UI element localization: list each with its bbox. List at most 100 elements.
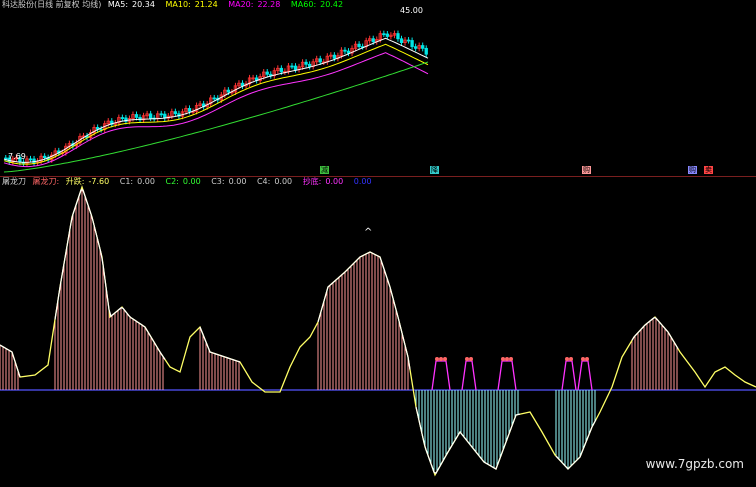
candle-body — [290, 65, 294, 68]
candle-body — [173, 111, 178, 115]
peak-caret: ^ — [364, 227, 372, 238]
candle-body — [396, 33, 400, 40]
ma20-name: MA20: — [228, 0, 254, 9]
signal-trapezoid — [461, 360, 477, 391]
signal-dot — [505, 357, 509, 361]
ma20-value: 22.28 — [257, 0, 281, 9]
candle-body — [357, 43, 361, 48]
signal-dot — [443, 357, 447, 361]
candle-body — [410, 40, 414, 48]
candle-body — [406, 39, 411, 42]
signal-dot — [585, 357, 589, 361]
indicator-name: 屠龙刀 — [2, 177, 26, 186]
ma60-name: MA60: — [290, 0, 317, 9]
signal-dot — [581, 357, 585, 361]
signal-trapezoid — [431, 360, 451, 391]
signal-marker-buy-2[interactable]: 购 — [688, 166, 697, 174]
watermark: www.7gpzb.com — [645, 457, 744, 471]
signal-marker-sell[interactable]: 卖 — [704, 166, 713, 174]
chao-di-label: 抄底: — [302, 177, 322, 186]
candle-body — [265, 71, 269, 75]
rise-fall-label: 升跌: — [65, 177, 85, 186]
ma5-name: MA5: — [107, 0, 129, 9]
indicator-param: 屠龙刀: — [32, 177, 60, 186]
candle-body — [159, 113, 163, 116]
signal-marker-drop[interactable]: 降 — [430, 166, 439, 174]
signal-dot — [439, 357, 443, 361]
signal-dot — [565, 357, 569, 361]
signal-marker-buy[interactable]: 购 — [582, 166, 591, 174]
signal-trapezoid — [561, 360, 577, 391]
candle-body — [371, 38, 375, 43]
candle-body — [120, 117, 125, 119]
candle-body — [4, 157, 8, 160]
candle-body — [293, 65, 298, 70]
indicator-panel[interactable]: ^ 屠龙刀 屠龙刀: 升跌: -7.60 C1: 0.00 C2: 0.00 C3: 0… — [0, 177, 756, 487]
c2-value: 0.00 — [182, 177, 201, 186]
ma60-value: 20.42 — [320, 0, 344, 9]
candle-body — [385, 33, 390, 37]
candle-body — [307, 63, 312, 67]
candle-body — [304, 61, 308, 65]
c3-value: 0.00 — [228, 177, 247, 186]
ma5-value: 20.34 — [132, 0, 155, 9]
candle-body — [187, 108, 192, 112]
candle-body — [399, 38, 404, 43]
band-outline — [415, 406, 521, 474]
indicator-svg: ^ — [0, 184, 756, 477]
signal-dot — [469, 357, 473, 361]
candle-body — [332, 54, 337, 59]
candle-body — [212, 97, 216, 100]
chao-di: 抄底: 0.00 — [303, 177, 348, 186]
low-price-label: 7.69 — [8, 152, 26, 161]
ma60-line — [3, 61, 429, 173]
ma5-line — [3, 37, 429, 163]
signal-dot — [569, 357, 573, 361]
chart-title: 科达股份(日线 前复权 均线) — [2, 0, 102, 9]
c4-label: C4: — [256, 177, 271, 186]
candle-body — [134, 114, 139, 118]
c4-value: 0.00 — [274, 177, 293, 186]
signal-dot — [465, 357, 469, 361]
signal-dot — [509, 357, 513, 361]
candle-body — [42, 155, 47, 159]
price-chart-svg — [3, 30, 429, 173]
ma20-label: MA20: 22.28 — [228, 0, 284, 9]
candle-body — [32, 158, 36, 164]
candle-body — [413, 46, 418, 49]
c2-label: C2: — [165, 177, 179, 186]
c3: C3: 0.00 — [211, 177, 250, 186]
chao-di-value: 0.00 — [325, 177, 344, 186]
signal-dot — [501, 357, 505, 361]
candle-body — [226, 89, 231, 93]
indicator-header: 屠龙刀 屠龙刀: 升跌: -7.60 C1: 0.00 C2: 0.00 C3: 0.0… — [2, 177, 376, 187]
price-chart-header: 科达股份(日线 前复权 均线) MA5: 20.34 MA10: 21.24 MA2… — [2, 0, 351, 10]
rise-fall: 升跌: -7.60 — [66, 177, 113, 186]
price-chart-panel[interactable]: 科达股份(日线 前复权 均线) MA5: 20.34 MA10: 21.24 MA2… — [0, 0, 756, 176]
ma5-label: MA5: 20.34 — [108, 0, 159, 9]
candle-body — [382, 33, 386, 36]
ma10-label: MA10: 21.24 — [166, 0, 222, 9]
candle-body — [421, 45, 425, 49]
ma10-value: 21.24 — [194, 0, 218, 9]
candle-body — [346, 50, 351, 54]
c3-label: C3: — [211, 177, 225, 186]
candle-body — [28, 158, 33, 161]
high-price-label: 45.00 — [400, 6, 423, 15]
c1-value: 0.00 — [137, 177, 155, 186]
candle-body — [424, 47, 428, 55]
candle-body — [318, 58, 322, 63]
signal-trapezoid — [577, 360, 593, 391]
c1: C1: 0.00 — [120, 177, 159, 186]
ma60-label: MA60: 20.42 — [291, 0, 347, 9]
signal-marker-reduce[interactable]: 减 — [320, 166, 329, 174]
rise-fall-value: -7.60 — [88, 177, 110, 186]
candle-body — [148, 113, 153, 119]
c4: C4: 0.00 — [257, 177, 296, 186]
ma10-name: MA10: — [165, 0, 191, 9]
candle-body — [343, 49, 347, 52]
signal-trapezoid — [497, 360, 517, 391]
c2: C2: 0.00 — [165, 177, 204, 186]
c1-label: C1: — [119, 177, 134, 186]
ma10-line — [3, 43, 429, 165]
